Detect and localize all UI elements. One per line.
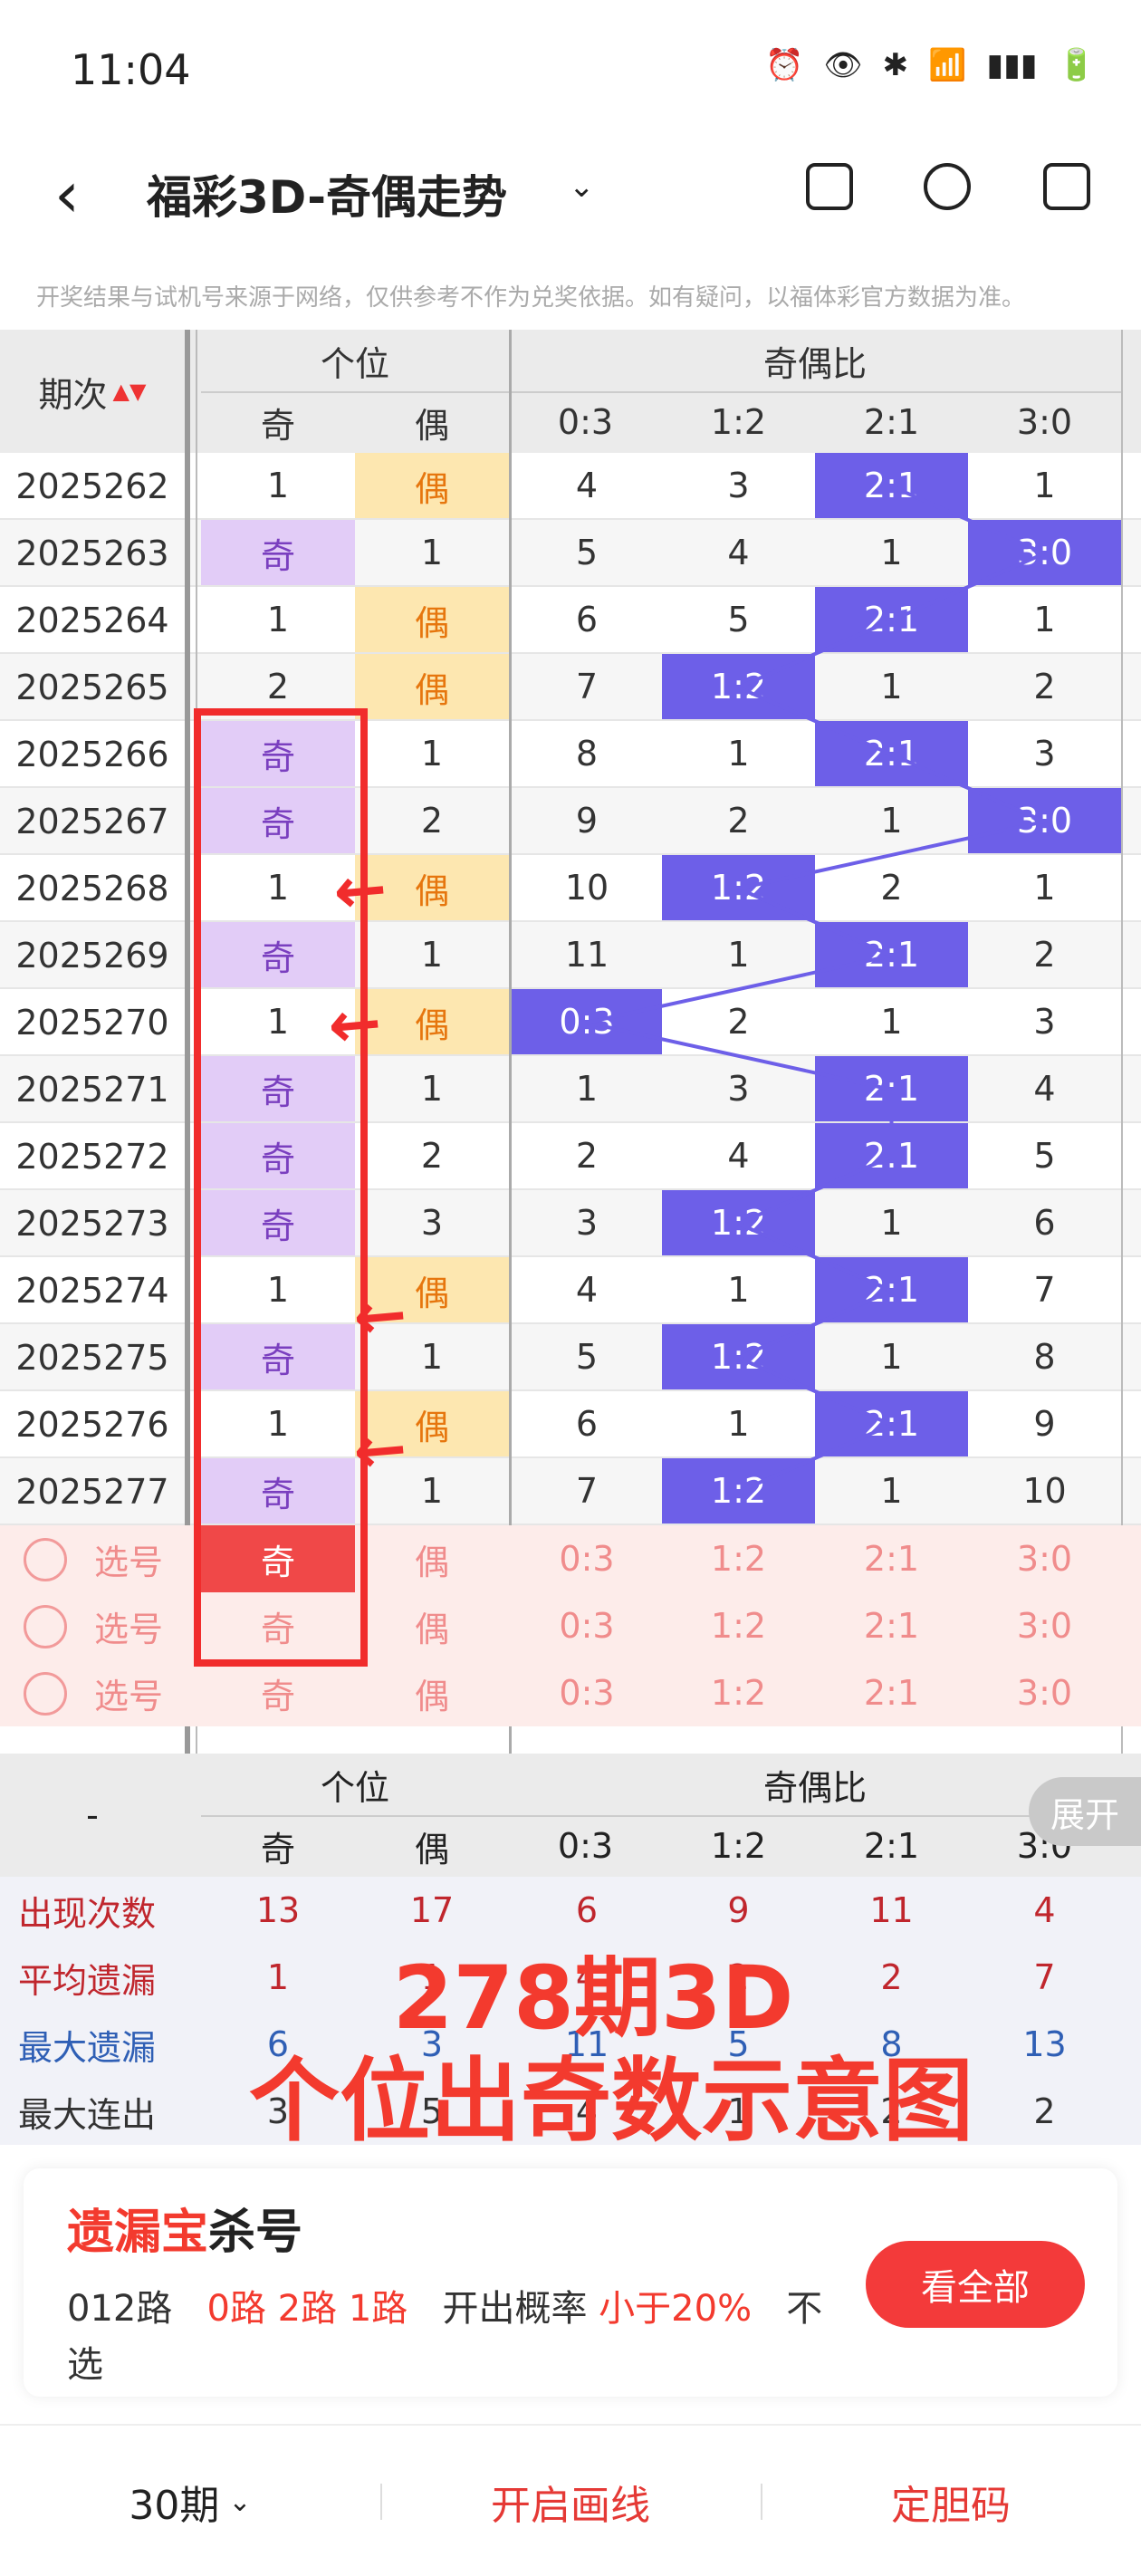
trend-line-segment — [737, 1222, 893, 1293]
draw-lines-button[interactable]: 开启画线 — [398, 2426, 743, 2576]
select-label: 选号 — [93, 1542, 163, 1582]
sort-icon: ▲▼ — [112, 379, 147, 404]
col-30-header: 3:0 — [1016, 402, 1073, 442]
trend-line-segment — [890, 753, 1046, 823]
col-even-header: 偶 — [414, 405, 449, 446]
trend-lines — [586, 485, 1046, 1494]
bottom-bar: 30期 ⌄ 开启画线 定胆码 — [0, 2424, 1141, 2576]
select-row[interactable]: 选号奇偶 0:3 1:2 2:1 3:0 — [0, 1592, 1141, 1659]
trend-line-segment — [737, 887, 893, 957]
chevron-down-icon: ⌄ — [228, 2485, 252, 2518]
stats-col-21: 2:1 — [863, 1826, 920, 1866]
select-option-col_even[interactable]: 偶 — [355, 1592, 509, 1659]
stats-value: 4 — [1033, 1890, 1056, 1930]
trend-line-segment — [890, 485, 1046, 555]
stats-dash: - — [86, 1795, 99, 1835]
select-option-col_03[interactable]: 0:3 — [512, 1592, 662, 1659]
select-row[interactable]: 选号奇偶 0:3 1:2 2:1 3:0 — [0, 1525, 1141, 1592]
back-icon[interactable]: ‹ — [54, 158, 80, 232]
radio-circle-icon[interactable] — [24, 1605, 67, 1648]
select-option-col_30[interactable]: 3:0 — [968, 1592, 1121, 1659]
stats-col-03: 0:3 — [557, 1826, 614, 1866]
card-title: 遗漏宝杀号 — [67, 2206, 303, 2260]
select-option-col_12[interactable]: 1:2 — [662, 1659, 815, 1726]
select-option-col_even[interactable]: 偶 — [355, 1659, 509, 1726]
bluetooth-icon: ✱ — [882, 47, 909, 83]
select-option-col_03[interactable]: 0:3 — [512, 1525, 662, 1592]
overlay-line2: 个位出奇数示意图 — [249, 2048, 973, 2154]
battery-charging-icon: 🔋 — [1057, 47, 1096, 83]
disclaimer-notice: 开奖结果与试机号来源于网络，仅供参考不作为兑奖依据。如有疑问，以福体彩官方数据为… — [36, 284, 1026, 312]
signal-icon: ▮▮▮ — [986, 47, 1038, 83]
trend-line-segment — [890, 552, 1046, 622]
kill-number-card: 遗漏宝杀号 012路 0路 2路 1路 开出概率 小于20% 不 选 看全部 — [24, 2168, 1117, 2397]
col-21-header: 2:1 — [863, 402, 920, 442]
chevron-down-icon[interactable]: ⌄ — [569, 168, 595, 205]
share-icon[interactable] — [924, 163, 971, 210]
stats-header: - 个位 奇偶比 奇 偶 0:3 1:2 2:1 3:0 — [0, 1754, 1141, 1877]
select-option-col_12[interactable]: 1:2 — [662, 1592, 815, 1659]
select-label: 选号 — [93, 1676, 163, 1716]
trend-line-segment — [738, 820, 1045, 890]
stats-label: 平均遗漏 — [18, 1960, 157, 2001]
group-units-header: 个位 — [320, 343, 389, 384]
status-icons: ⏰ 👁 ✱ 📶 ▮▮▮ 🔋 — [765, 47, 1096, 83]
stats-col-odd: 奇 — [260, 1829, 295, 1870]
alarm-icon: ⏰ — [765, 47, 804, 83]
select-option-col_odd[interactable]: 奇 — [201, 1659, 355, 1726]
stats-col-12: 1:2 — [710, 1826, 767, 1866]
period-header[interactable]: 期次 ▲▼ — [0, 330, 185, 453]
col-odd-header: 奇 — [260, 405, 295, 446]
stats-col-even: 偶 — [414, 1829, 449, 1870]
trend-line-segment — [586, 954, 892, 1024]
trend-line-segment — [737, 1356, 893, 1427]
trend-line-segment — [737, 686, 893, 756]
select-option-col_30[interactable]: 3:0 — [968, 1525, 1121, 1592]
col-12-header: 1:2 — [710, 402, 767, 442]
status-time: 11:04 — [71, 45, 191, 94]
col-03-header: 0:3 — [557, 402, 614, 442]
period-select[interactable]: 30期 ⌄ — [54, 2426, 326, 2576]
select-label: 选号 — [93, 1609, 163, 1649]
trend-line-segment — [737, 1155, 893, 1226]
select-option-col_03[interactable]: 0:3 — [512, 1659, 662, 1726]
trend-line-segment — [737, 1289, 893, 1360]
stats-value: 7 — [1033, 1957, 1056, 1997]
select-option-col_even[interactable]: 偶 — [355, 1525, 509, 1592]
status-bar: 11:04 ⏰ 👁 ✱ 📶 ▮▮▮ 🔋 — [0, 0, 1141, 136]
wifi-icon: 📶 — [928, 47, 967, 83]
select-row[interactable]: 选号奇偶 0:3 1:2 2:1 3:0 — [0, 1659, 1141, 1726]
select-option-col_21[interactable]: 2:1 — [815, 1525, 968, 1592]
radio-circle-icon[interactable] — [24, 1672, 67, 1716]
eye-icon: 👁 — [823, 47, 863, 83]
trend-line-segment — [737, 619, 893, 689]
select-option-col_12[interactable]: 1:2 — [662, 1525, 815, 1592]
card-line2: 选 — [67, 2344, 103, 2386]
table-header: 期次 ▲▼ 个位 奇偶比 奇 偶 0:3 1:2 2:1 3:0 — [0, 330, 1141, 453]
select-option-col_21[interactable]: 2:1 — [815, 1659, 968, 1726]
view-all-button[interactable]: 看全部 — [866, 2241, 1085, 2328]
stats-label: 最大遗漏 — [18, 2027, 157, 2068]
app-header: ‹ 福彩3D-奇偶走势 ⌄ — [0, 136, 1141, 245]
trend-line-segment — [737, 1423, 893, 1494]
trend-line-segment — [586, 1021, 892, 1091]
select-option-col_21[interactable]: 2:1 — [815, 1592, 968, 1659]
highlight-box — [194, 708, 368, 1667]
expand-button[interactable]: 展开 — [1029, 1777, 1141, 1846]
select-option-col_30[interactable]: 3:0 — [968, 1659, 1121, 1726]
stats-label: 最大连出 — [18, 2094, 157, 2135]
group-ratio-header: 奇偶比 — [762, 343, 867, 384]
fix-code-button[interactable]: 定胆码 — [779, 2426, 1123, 2576]
stats-label: 出现次数 — [18, 1893, 157, 1934]
page-title[interactable]: 福彩3D-奇偶走势 — [147, 161, 507, 226]
card-line1: 012路 0路 2路 1路 开出概率 小于20% 不 — [67, 2288, 823, 2330]
device-icon[interactable] — [806, 163, 853, 210]
stats-group-units: 个位 — [320, 1767, 389, 1808]
radio-circle-icon[interactable] — [24, 1538, 67, 1581]
settings-icon[interactable] — [1043, 163, 1090, 210]
